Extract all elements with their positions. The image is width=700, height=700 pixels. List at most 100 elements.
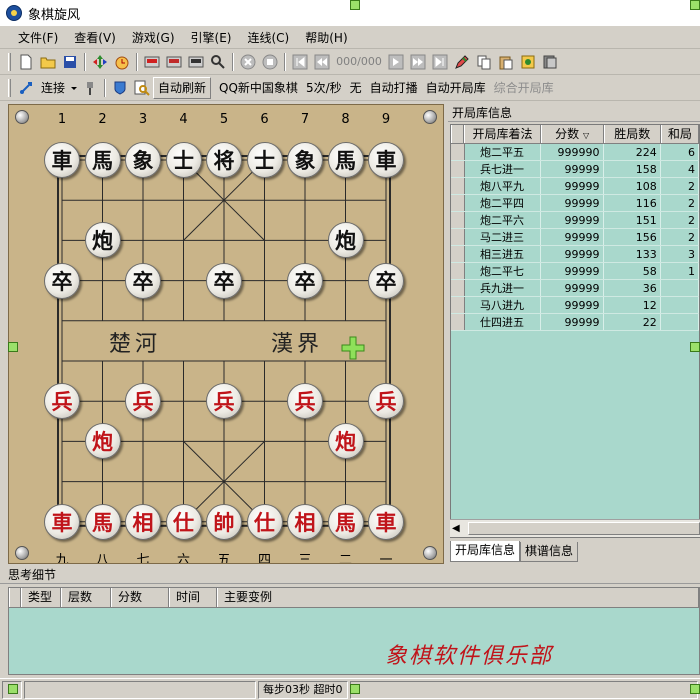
menu-game[interactable]: 游戏(G) bbox=[124, 28, 183, 48]
piece-red[interactable]: 兵 bbox=[206, 383, 242, 420]
piece-red[interactable]: 車 bbox=[44, 503, 80, 540]
red-engine-icon[interactable] bbox=[142, 52, 162, 72]
pencil-icon[interactable] bbox=[452, 52, 472, 72]
column-header-depth[interactable]: 层数 bbox=[61, 588, 111, 607]
scroll-left-icon[interactable]: ◀ bbox=[452, 523, 460, 534]
column-header-score[interactable]: 分数 bbox=[111, 588, 169, 607]
piece-black[interactable]: 卒 bbox=[287, 262, 323, 299]
piece-black[interactable]: 象 bbox=[125, 142, 161, 178]
piece-red[interactable]: 兵 bbox=[287, 383, 323, 420]
piece-black[interactable]: 炮 bbox=[327, 222, 364, 259]
resize-handle[interactable] bbox=[690, 0, 700, 10]
combined-opening-button[interactable]: 综合开局库 bbox=[490, 78, 558, 98]
auto-refresh-button[interactable]: 自动刷新 bbox=[153, 76, 212, 99]
column-header-type[interactable]: 类型 bbox=[21, 588, 61, 607]
copy-icon[interactable] bbox=[474, 52, 494, 72]
table-row[interactable]: 炮二平五 999990 224 6 bbox=[451, 144, 699, 161]
table-row[interactable]: 炮八平九 99999 108 2 bbox=[451, 178, 699, 195]
column-header-wins[interactable]: 胜局数 bbox=[603, 125, 661, 143]
piece-red[interactable]: 帥 bbox=[206, 503, 242, 540]
table-row[interactable]: 马八进九 99999 12 bbox=[451, 297, 699, 314]
piece-black[interactable]: 象 bbox=[287, 142, 323, 178]
black-engine-icon[interactable] bbox=[164, 52, 184, 72]
row-header[interactable] bbox=[451, 263, 465, 279]
resize-handle[interactable] bbox=[350, 684, 360, 694]
scroll-thumb[interactable] bbox=[468, 522, 700, 535]
piece-black[interactable]: 車 bbox=[368, 142, 404, 178]
piece-red[interactable]: 仕 bbox=[165, 503, 202, 540]
piece-red[interactable]: 炮 bbox=[84, 423, 121, 460]
last-move-icon[interactable] bbox=[430, 52, 450, 72]
cancel-icon[interactable] bbox=[238, 52, 258, 72]
row-header[interactable] bbox=[451, 229, 465, 245]
column-header-move[interactable]: 开局库着法 bbox=[464, 125, 541, 143]
row-header[interactable] bbox=[451, 246, 465, 262]
piece-black[interactable]: 士 bbox=[165, 142, 202, 178]
table-row[interactable]: 兵七进一 99999 158 4 bbox=[451, 161, 699, 178]
stop-icon[interactable] bbox=[260, 52, 280, 72]
pin-icon[interactable] bbox=[80, 78, 100, 98]
piece-red[interactable]: 兵 bbox=[125, 383, 161, 420]
horizontal-scrollbar[interactable]: ◀ bbox=[450, 519, 700, 537]
table-row[interactable]: 仕四进五 99999 22 bbox=[451, 314, 699, 331]
piece-black[interactable]: 卒 bbox=[368, 262, 404, 299]
auto-opening-button[interactable]: 自动开局库 bbox=[422, 78, 490, 98]
piece-black[interactable]: 卒 bbox=[44, 262, 80, 299]
auto-play-button[interactable]: 自动打播 bbox=[366, 78, 422, 98]
analyze-icon[interactable] bbox=[208, 52, 228, 72]
row-header[interactable] bbox=[451, 212, 465, 228]
platform-label[interactable]: QQ新中国象棋 bbox=[215, 78, 302, 98]
table-row[interactable]: 相三进五 99999 133 3 bbox=[451, 246, 699, 263]
row-header[interactable] bbox=[451, 144, 465, 160]
tab-opening-book[interactable]: 开局库信息 bbox=[450, 541, 521, 562]
row-header[interactable] bbox=[451, 178, 465, 194]
piece-black[interactable]: 車 bbox=[44, 142, 80, 178]
toolbar-grip[interactable] bbox=[8, 52, 11, 71]
stop-engine-icon[interactable] bbox=[186, 52, 206, 72]
row-header[interactable] bbox=[451, 161, 465, 177]
menu-file[interactable]: 文件(F) bbox=[10, 28, 66, 48]
flip-board-icon[interactable] bbox=[90, 52, 110, 72]
table-row[interactable]: 马二进三 99999 156 2 bbox=[451, 229, 699, 246]
resize-handle[interactable] bbox=[690, 684, 700, 694]
table-row[interactable]: 炮二平六 99999 151 2 bbox=[451, 212, 699, 229]
piece-red[interactable]: 相 bbox=[287, 503, 323, 540]
menu-help[interactable]: 帮助(H) bbox=[297, 28, 355, 48]
row-header[interactable] bbox=[451, 195, 465, 211]
resize-handle[interactable] bbox=[8, 342, 18, 352]
row-header[interactable] bbox=[451, 314, 465, 330]
piece-red[interactable]: 馬 bbox=[327, 503, 364, 540]
table-row[interactable]: 炮二平四 99999 116 2 bbox=[451, 195, 699, 212]
connect-dropdown[interactable]: 连接 bbox=[37, 78, 69, 98]
row-header[interactable] bbox=[451, 280, 465, 296]
piece-black[interactable]: 馬 bbox=[327, 142, 364, 178]
column-header-time[interactable]: 时间 bbox=[169, 588, 217, 607]
next-move-icon[interactable] bbox=[386, 52, 406, 72]
piece-red[interactable]: 車 bbox=[368, 503, 404, 540]
resize-handle[interactable] bbox=[690, 342, 700, 352]
library-icon[interactable] bbox=[540, 52, 560, 72]
toolbar-grip[interactable] bbox=[8, 78, 11, 97]
save-disk-icon[interactable] bbox=[60, 52, 80, 72]
book-icon[interactable] bbox=[518, 52, 538, 72]
piece-red[interactable]: 仕 bbox=[246, 503, 283, 540]
piece-red[interactable]: 兵 bbox=[44, 383, 80, 420]
chevron-down-icon[interactable] bbox=[70, 78, 78, 98]
fast-forward-icon[interactable] bbox=[408, 52, 428, 72]
piece-red[interactable]: 炮 bbox=[327, 423, 364, 460]
shield-icon[interactable] bbox=[110, 78, 130, 98]
table-row[interactable]: 兵九进一 99999 36 bbox=[451, 280, 699, 297]
piece-red[interactable]: 馬 bbox=[84, 503, 121, 540]
column-header-main-line[interactable]: 主要变例 bbox=[217, 588, 699, 607]
piece-black[interactable]: 将 bbox=[206, 142, 242, 178]
column-header-score[interactable]: 分数 ▽ bbox=[540, 125, 604, 143]
table-row[interactable]: 炮二平七 99999 58 1 bbox=[451, 263, 699, 280]
row-header[interactable] bbox=[451, 297, 465, 313]
piece-black[interactable]: 士 bbox=[246, 142, 283, 178]
piece-black[interactable]: 馬 bbox=[84, 142, 121, 178]
prev-move-icon[interactable] bbox=[312, 52, 332, 72]
speed-label[interactable]: 5次/秒 bbox=[302, 78, 346, 98]
paste-icon[interactable] bbox=[496, 52, 516, 72]
resize-handle[interactable] bbox=[8, 684, 18, 694]
resize-handle[interactable] bbox=[350, 0, 360, 10]
